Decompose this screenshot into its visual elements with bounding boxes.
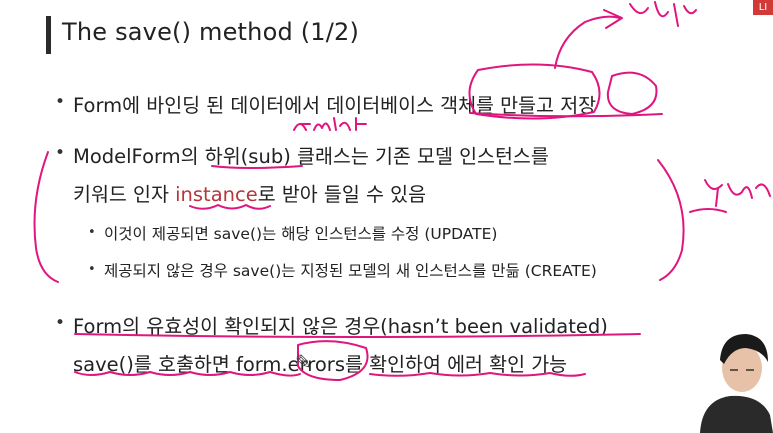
wave-ink (189, 204, 271, 210)
wave-ink (74, 371, 586, 377)
underline-ink (211, 165, 303, 169)
arrow-ink (689, 208, 727, 213)
circle-ink (468, 63, 601, 120)
presenter-webcam (690, 320, 773, 433)
handwriting-right-ink (704, 179, 771, 207)
bracket-ink (33, 151, 59, 283)
handwriting-top-ink (629, 1, 697, 27)
handwriting-small-ink (293, 117, 367, 131)
pen-cursor-icon: ✎ (295, 350, 312, 374)
arrowhead-ink (603, 9, 623, 29)
bracket-ink (657, 159, 685, 281)
pen-annotations (33, 1, 771, 381)
slide: LI The save() method (1/2) • Form에 바인딩 된… (0, 0, 773, 433)
circle-ink (606, 71, 658, 115)
underline-ink (74, 333, 641, 338)
